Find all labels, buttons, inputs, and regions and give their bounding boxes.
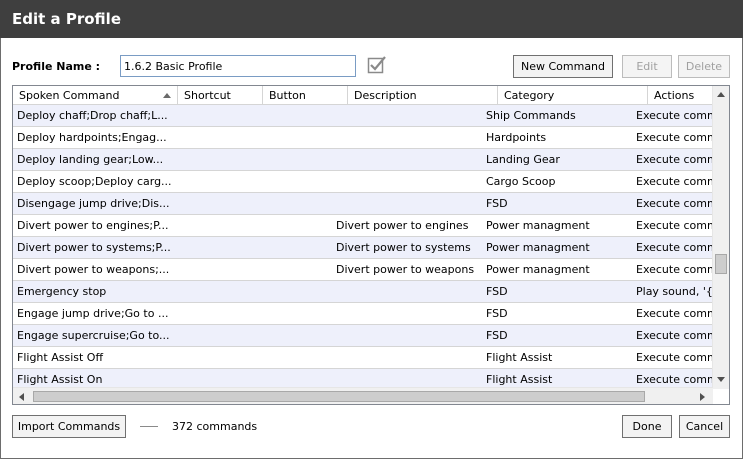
profile-name-input[interactable] xyxy=(120,55,356,77)
cell-category: FSD xyxy=(486,285,508,298)
table-row[interactable]: Deploy scoop;Deploy carg... Cargo Scoop … xyxy=(13,171,717,193)
table-row[interactable]: Engage jump drive;Go to ... FSD Execute … xyxy=(13,303,717,325)
cell-spoken-command: Engage jump drive;Go to ... xyxy=(17,307,169,320)
cell-actions: Execute comma xyxy=(636,241,717,254)
cell-category: Ship Commands xyxy=(486,109,576,122)
vertical-scroll-thumb[interactable] xyxy=(715,254,727,274)
delete-button[interactable]: Delete xyxy=(678,55,730,78)
cell-actions: Execute comma xyxy=(636,219,717,232)
cell-spoken-command: Deploy landing gear;Low... xyxy=(17,153,164,166)
command-count: 372 commands xyxy=(172,420,258,433)
cell-spoken-command: Deploy chaff;Drop chaff;L... xyxy=(17,109,168,122)
cell-spoken-command: Emergency stop xyxy=(17,285,107,298)
cell-spoken-command: Flight Assist Off xyxy=(17,351,104,364)
scroll-down-icon[interactable] xyxy=(716,376,726,384)
table-row[interactable]: Divert power to engines;P... Divert powe… xyxy=(13,215,717,237)
cell-category: Flight Assist xyxy=(486,351,553,364)
cell-spoken-command: Divert power to engines;P... xyxy=(17,219,169,232)
cell-description xyxy=(348,127,498,148)
table-row[interactable]: Engage supercruise;Go to... FSD Execute … xyxy=(13,325,717,347)
cell-description xyxy=(348,105,498,126)
table-header: Spoken Command Shortcut Button Descripti… xyxy=(13,86,713,105)
cell-spoken-command: Deploy hardpoints;Engag... xyxy=(17,131,167,144)
window-title: Edit a Profile xyxy=(0,0,743,38)
scroll-right-icon[interactable] xyxy=(699,392,707,402)
cell-spoken-command: Disengage jump drive;Dis... xyxy=(17,197,170,210)
cell-category: Power managment xyxy=(486,263,590,276)
cell-category: FSD xyxy=(486,307,508,320)
commands-table[interactable]: Spoken Command Shortcut Button Descripti… xyxy=(12,85,730,405)
cell-category: Cargo Scoop xyxy=(486,175,556,188)
new-command-button[interactable]: New Command xyxy=(513,55,613,78)
checkbox-check-icon[interactable] xyxy=(367,55,387,75)
table-row[interactable]: Flight Assist Off Flight Assist Execute … xyxy=(13,347,717,369)
table-row[interactable]: Deploy chaff;Drop chaff;L... Ship Comman… xyxy=(13,105,717,127)
column-header-button[interactable]: Button xyxy=(263,86,348,105)
scroll-up-icon[interactable] xyxy=(716,90,726,98)
cell-category: FSD xyxy=(486,329,508,342)
edit-button[interactable]: Edit xyxy=(622,55,672,78)
cell-description xyxy=(348,281,498,302)
cell-description xyxy=(348,347,498,368)
sort-ascending-icon xyxy=(163,93,171,98)
cell-description xyxy=(348,171,498,192)
cell-actions: Execute comma xyxy=(636,351,717,364)
cell-actions: Execute comma xyxy=(636,307,717,320)
table-row[interactable]: Divert power to systems;P... Divert powe… xyxy=(13,237,717,259)
cell-actions: Execute comma xyxy=(636,263,717,276)
cell-description xyxy=(348,149,498,170)
cell-spoken-command: Engage supercruise;Go to... xyxy=(17,329,170,342)
horizontal-scrollbar[interactable] xyxy=(13,387,713,404)
cell-description xyxy=(348,325,498,346)
table-body: Deploy chaff;Drop chaff;L... Ship Comman… xyxy=(13,105,717,391)
cell-description: Divert power to weapons xyxy=(336,263,475,276)
column-header-label: Actions xyxy=(654,89,695,102)
column-header-category[interactable]: Category xyxy=(498,86,648,105)
cell-category: FSD xyxy=(486,197,508,210)
cell-category: Power managment xyxy=(486,219,590,232)
cell-category: Power managment xyxy=(486,241,590,254)
column-header-spoken-command[interactable]: Spoken Command xyxy=(13,86,178,105)
cell-spoken-command: Divert power to weapons;... xyxy=(17,263,170,276)
table-row[interactable]: Disengage jump drive;Dis... FSD Execute … xyxy=(13,193,717,215)
table-row[interactable]: Deploy landing gear;Low... Landing Gear … xyxy=(13,149,717,171)
column-header-label: Category xyxy=(504,89,555,102)
column-header-label: Button xyxy=(269,89,306,102)
status-divider xyxy=(140,426,158,427)
column-header-label: Spoken Command xyxy=(19,89,120,102)
cell-actions: Execute comma xyxy=(636,197,717,210)
vertical-scrollbar[interactable] xyxy=(712,86,729,389)
cell-actions: Execute comma xyxy=(636,329,717,342)
table-row[interactable]: Divert power to weapons;... Divert power… xyxy=(13,259,717,281)
cell-category: Hardpoints xyxy=(486,131,547,144)
cell-actions: Execute comma xyxy=(636,153,717,166)
column-header-label: Shortcut xyxy=(184,89,231,102)
cell-description xyxy=(348,303,498,324)
import-commands-button[interactable]: Import Commands xyxy=(12,415,126,438)
scroll-left-icon[interactable] xyxy=(17,392,25,402)
column-header-shortcut[interactable]: Shortcut xyxy=(178,86,263,105)
table-row[interactable]: Emergency stop FSD Play sound, '{V... xyxy=(13,281,717,303)
cell-description xyxy=(348,193,498,214)
cell-spoken-command: Deploy scoop;Deploy carg... xyxy=(17,175,172,188)
horizontal-scroll-thumb[interactable] xyxy=(33,391,645,402)
cancel-button[interactable]: Cancel xyxy=(679,415,730,438)
cell-category: Landing Gear xyxy=(486,153,560,166)
column-header-label: Description xyxy=(354,89,417,102)
cell-actions: Execute comma xyxy=(636,131,717,144)
profile-name-label: Profile Name : xyxy=(12,60,101,73)
cell-actions: Execute comma xyxy=(636,109,717,122)
done-button[interactable]: Done xyxy=(622,415,672,438)
cell-description: Divert power to engines xyxy=(336,219,469,232)
cell-description: Divert power to systems xyxy=(336,241,471,254)
cell-actions: Execute comma xyxy=(636,175,717,188)
cell-spoken-command: Divert power to systems;P... xyxy=(17,241,171,254)
table-row[interactable]: Deploy hardpoints;Engag... Hardpoints Ex… xyxy=(13,127,717,149)
cell-actions: Play sound, '{V... xyxy=(636,285,717,298)
column-header-description[interactable]: Description xyxy=(348,86,498,105)
